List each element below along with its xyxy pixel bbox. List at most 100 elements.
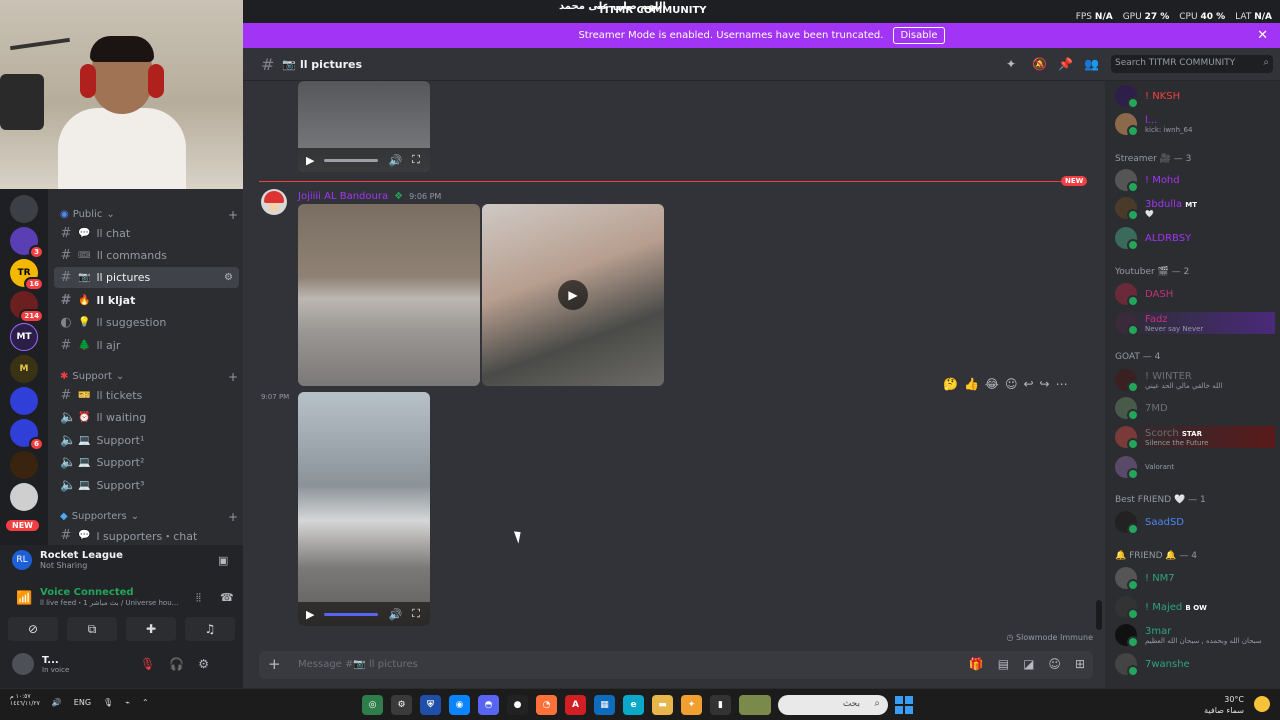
edge-icon[interactable]: e — [623, 695, 644, 715]
discord-icon[interactable]: ◓ — [478, 695, 499, 715]
channel-chat[interactable]: # 💬 ll chat — [54, 223, 239, 244]
member-row[interactable]: SaadSD — [1115, 511, 1184, 535]
volume-icon[interactable]: 🔊 — [388, 154, 402, 167]
server-icon-1[interactable] — [10, 195, 38, 223]
activity-card[interactable]: RL Rocket League Not Sharing — [12, 550, 123, 570]
channel-settings-icon[interactable]: ⚙ — [224, 272, 233, 283]
category-public[interactable]: ◉ Public ⌄ + — [60, 208, 238, 222]
video-attachment-hail-field[interactable]: ▶ 🔊 ⛶ — [298, 392, 430, 626]
more-icon[interactable]: ⋯ — [1056, 377, 1068, 391]
copilot-icon[interactable]: ✦ — [681, 695, 702, 715]
member-row[interactable]: l... kick: iwnh_64 — [1115, 113, 1192, 137]
reply-icon[interactable]: ↩ — [1023, 377, 1033, 391]
obs-icon[interactable]: ● — [507, 695, 528, 715]
member-row[interactable]: Scorch STAR Silence the Future — [1115, 426, 1275, 450]
terminal-icon[interactable]: ▮ — [710, 695, 731, 715]
member-row[interactable]: ! NKSH — [1115, 85, 1180, 109]
member-row[interactable]: DASH — [1115, 283, 1173, 307]
member-row[interactable]: Fadz Never say Never — [1115, 312, 1275, 336]
channel-supporters-chat[interactable]: # 💬 l supporters・chat — [54, 525, 239, 545]
fullscreen-icon[interactable]: ⛶ — [412, 607, 420, 621]
server-icon-6[interactable]: M — [10, 355, 38, 383]
apps-icon[interactable]: ⊞ — [1075, 657, 1085, 671]
clock[interactable]: ١٠:٥٧ م ١٤٤٦/١١/٢٧ — [10, 693, 40, 707]
notification-bell-icon[interactable]: 🔕 — [1032, 57, 1047, 71]
server-icon-3[interactable]: TR 16 — [10, 259, 44, 291]
member-row[interactable]: 7wanshe — [1115, 653, 1190, 677]
settings-icon[interactable]: ⚙ — [391, 695, 412, 715]
channel-support-2[interactable]: 🔈 💻 Support² — [54, 452, 239, 473]
windows-start-icon[interactable] — [895, 696, 913, 714]
noise-suppression-icon[interactable]: ⦙⦙ — [196, 591, 201, 605]
headphones-icon[interactable]: 🎧 — [169, 657, 184, 671]
member-row[interactable]: 7MD — [1115, 397, 1168, 421]
game-thumbnail-icon[interactable] — [739, 695, 771, 715]
play-icon[interactable]: ▶ — [306, 154, 314, 167]
acrobat-icon[interactable]: A — [565, 695, 586, 715]
progress-bar[interactable] — [324, 612, 379, 616]
server-icon-2[interactable]: 3 — [10, 227, 44, 259]
server-icon-7[interactable] — [10, 387, 38, 415]
server-icon-10[interactable] — [10, 483, 38, 511]
taskbar-search[interactable]: بحث ⌕ — [778, 695, 888, 715]
volume-icon[interactable]: 🔊 — [388, 608, 402, 621]
channel-suggestion[interactable]: ◐ 💡 ll suggestion — [54, 312, 239, 333]
search-input[interactable]: Search TITMR COMMUNITY ⌕ — [1111, 55, 1273, 73]
member-row[interactable]: Valorant — [1115, 456, 1174, 480]
gear-icon[interactable]: ⚙ — [198, 657, 209, 671]
server-icon-9[interactable] — [10, 451, 38, 479]
chrome-icon[interactable]: ◎ — [362, 695, 383, 715]
voice-channel-name[interactable]: ll live feed・بث مباشر 1 / Universe hou..… — [40, 598, 178, 608]
screen-share-button[interactable]: ⧉ — [67, 617, 117, 641]
mic-icon[interactable]: 🎙 — [103, 698, 113, 707]
category-supporters[interactable]: ◆ Supporters ⌄ + — [60, 510, 238, 524]
video-attachment-storm[interactable]: ▶ — [482, 204, 664, 386]
emoji-thumbsup-icon[interactable]: 👍 — [964, 377, 979, 391]
scrollbar-thumb[interactable] — [1096, 600, 1102, 630]
emoji-thinking-icon[interactable]: 🤔 — [943, 377, 958, 391]
new-servers-pill[interactable]: NEW — [6, 520, 39, 531]
add-channel-icon[interactable]: + — [228, 208, 238, 222]
add-channel-icon[interactable]: + — [228, 370, 238, 384]
member-row[interactable]: 3bdulla MT 🤍 — [1115, 197, 1197, 221]
user-info[interactable]: T... In voice — [12, 653, 69, 675]
message-composer[interactable]: + Message #📷 ll pictures 🎁 ▤ ◪ ☺ ⊞ — [259, 651, 1093, 679]
member-row[interactable]: ! NM7 — [1115, 567, 1175, 591]
fullscreen-icon[interactable]: ⛶ — [412, 153, 420, 167]
progress-bar[interactable] — [324, 158, 379, 162]
emoji-icon[interactable]: ☺ — [1048, 657, 1061, 671]
gift-icon[interactable]: 🎁 — [969, 657, 984, 671]
member-row[interactable]: ! WINTER الله خالقي مالي الحد عيني — [1115, 369, 1222, 393]
disable-button[interactable]: Disable — [893, 27, 945, 44]
close-icon[interactable]: ✕ — [1257, 28, 1268, 43]
soundboard-button[interactable]: ♫ — [185, 617, 235, 641]
member-row[interactable]: ! Mohd — [1115, 169, 1180, 193]
channel-commands[interactable]: # 🎟 ll commands — [54, 245, 239, 266]
channel-support-1[interactable]: 🔈 💻 Support¹ — [54, 430, 239, 451]
channel-tickets[interactable]: # 🎫 ll tickets — [54, 385, 239, 406]
add-channel-icon[interactable]: + — [228, 510, 238, 524]
member-list-icon[interactable]: 👥 — [1084, 57, 1099, 71]
add-reaction-icon[interactable]: ☺ — [1005, 377, 1018, 391]
firefox-icon[interactable]: ◔ — [536, 695, 557, 715]
member-row[interactable]: 3mar سبحان الله وبحمده , سبحان الله العظي… — [1115, 624, 1262, 648]
member-row[interactable]: ! Majed B OW — [1115, 596, 1207, 620]
forward-icon[interactable]: ↪ — [1040, 377, 1050, 391]
play-icon[interactable]: ▶ — [306, 608, 314, 621]
folder-icon[interactable]: ▬ — [652, 695, 673, 715]
channel-ajr[interactable]: # 🌲 ll ajr — [54, 335, 239, 356]
chevron-up-icon[interactable]: ⌃ — [142, 698, 149, 707]
image-attachment-hail-ground[interactable] — [298, 204, 480, 386]
defender-icon[interactable]: ⛨ — [420, 695, 441, 715]
disconnect-icon[interactable]: ☎ — [220, 591, 234, 604]
channel-kljat[interactable]: # 🔥 ll kljat — [54, 290, 239, 311]
author-name[interactable]: Jojiiii AL Bandoura — [298, 191, 388, 202]
threads-icon[interactable]: ✦ — [1006, 57, 1016, 71]
camera-off-button[interactable]: ⊘ — [8, 617, 58, 641]
mic-muted-icon[interactable]: 🎙 — [140, 657, 155, 671]
language-indicator[interactable]: ENG — [74, 698, 91, 707]
browser-icon[interactable]: ◉ — [449, 695, 470, 715]
volume-icon[interactable]: 🔊 — [52, 698, 62, 707]
add-attachment-icon[interactable]: + — [268, 655, 281, 673]
pin-icon[interactable]: 📌 — [1058, 57, 1073, 71]
